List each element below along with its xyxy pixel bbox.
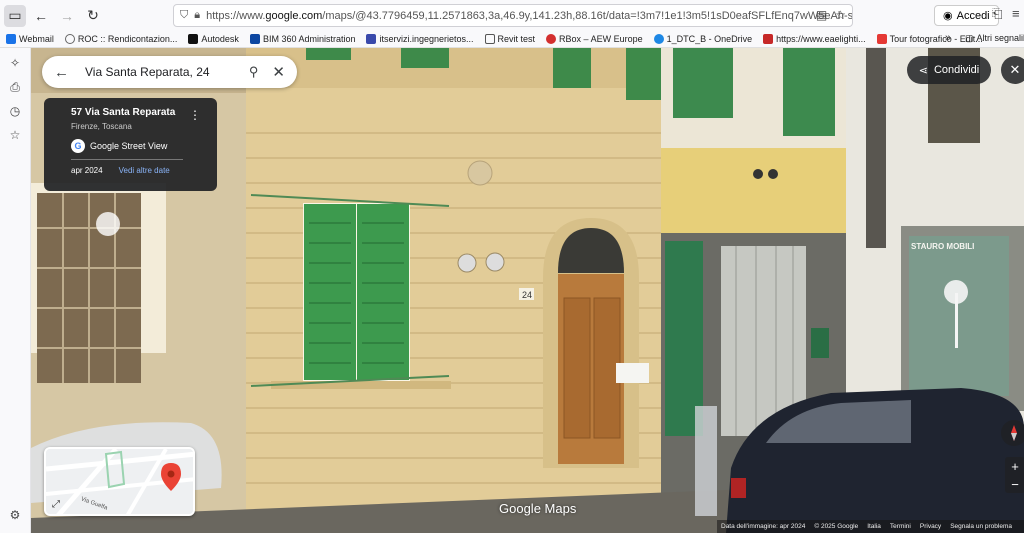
bookmark-item[interactable]: RBox – AEW Europe	[546, 34, 643, 44]
search-icon[interactable]: ⚲	[249, 64, 259, 80]
mini-map[interactable]: Via Guelfa ⤢	[44, 447, 195, 516]
copyright: © 2025 Google	[814, 523, 859, 530]
bookmark-item[interactable]: BIM 360 Administration	[249, 34, 355, 44]
terms-link[interactable]: Termini	[890, 523, 911, 530]
street-view-panorama[interactable]: 24 STAURO MOBILI ← Via Santa Reparata, 2…	[31, 48, 1024, 533]
google-maps-watermark: Google Maps	[499, 501, 577, 516]
house-number: 24	[522, 290, 532, 300]
bim360-icon	[249, 34, 260, 44]
bookmark-favicon-icon	[6, 34, 16, 44]
privacy-link[interactable]: Privacy	[920, 523, 941, 530]
browser-sidebar: ✧ ⎙ ◷ ☆ ⚙	[0, 48, 31, 533]
back-arrow-icon[interactable]: ←	[30, 5, 52, 27]
close-icon[interactable]: ✕	[272, 63, 285, 81]
eaelighting-icon	[763, 34, 774, 44]
settings-gear-icon[interactable]: ⚙	[7, 508, 23, 524]
forward-arrow-icon[interactable]: →	[56, 5, 78, 27]
bookmarks-bar: Webmail ROC :: Rendicontazion... Autodes…	[0, 31, 1024, 48]
shop-sign: STAURO MOBILI	[911, 242, 974, 251]
bookmarks-star-icon[interactable]: ☆	[7, 128, 23, 144]
place-info-card: 57 Via Santa Reparata Firenze, Toscana G…	[44, 98, 217, 191]
sign-in-button[interactable]: ◉ Accedi	[934, 5, 999, 26]
url-text: https://www.google.com/maps/@43.7796459,…	[206, 9, 853, 22]
see-more-dates-link[interactable]: Vedi altre date	[119, 166, 170, 175]
shield-icon[interactable]: ⛉	[180, 9, 188, 22]
divider	[71, 159, 183, 160]
compass-icon[interactable]	[1001, 420, 1024, 446]
itservizi-icon	[366, 34, 377, 44]
bookmarks-overflow-icon[interactable]: »	[945, 32, 951, 44]
place-subtitle: Firenze, Toscana	[71, 122, 132, 131]
tour-icon	[876, 34, 887, 44]
zoom-in-icon[interactable]: +	[1011, 459, 1019, 474]
close-street-view-button[interactable]: ✕	[1001, 56, 1024, 84]
share-button[interactable]: ⋖ Condividi	[907, 56, 991, 84]
other-bookmarks[interactable]: ▢Altri segnalibri	[965, 33, 1024, 44]
sidebar-toggle-icon[interactable]: ▭	[4, 4, 26, 27]
ai-sparkle-icon[interactable]: ✧	[7, 56, 23, 72]
share-icon: ⋖	[918, 64, 928, 77]
synced-tabs-icon[interactable]: ⎙	[7, 80, 23, 96]
mini-map-streets	[46, 449, 193, 514]
expand-icon[interactable]: ⤢	[52, 499, 60, 510]
street-view-source: G Google Street View	[71, 139, 217, 153]
report-problem-link[interactable]: Segnala un problema	[950, 523, 1012, 530]
bookmark-item[interactable]: Autodesk	[188, 34, 239, 44]
extensions-icon[interactable]: ⎗	[992, 6, 1002, 22]
lock-icon[interactable]: 🔒︎	[194, 9, 200, 22]
google-g-icon: G	[71, 139, 85, 153]
capture-date: apr 2024	[71, 166, 103, 175]
bookmark-item[interactable]: Webmail	[6, 34, 54, 44]
rbox-icon	[546, 34, 557, 44]
bookmark-item[interactable]: ROC :: Rendicontazion...	[64, 34, 177, 44]
account-icon: ◉	[943, 10, 953, 22]
more-options-icon[interactable]: ⋮	[189, 108, 201, 122]
zoom-out-icon[interactable]: −	[1011, 477, 1019, 492]
folder-icon	[484, 34, 495, 44]
zoom-control: + −	[1005, 457, 1024, 493]
onedrive-icon	[653, 34, 664, 44]
bookmark-star-icon[interactable]: ☆	[835, 8, 846, 22]
search-input[interactable]: Via Santa Reparata, 24	[85, 65, 249, 79]
globe-icon	[64, 34, 75, 44]
back-arrow-icon[interactable]: ←	[54, 64, 69, 81]
menu-icon[interactable]: ≡	[1012, 6, 1020, 21]
folder-icon: ▢	[965, 33, 974, 43]
bookmark-item[interactable]: itservizi.ingegnerietos...	[366, 34, 474, 44]
autodesk-icon	[188, 34, 199, 44]
bookmark-item[interactable]: Revit test	[484, 34, 535, 44]
bookmark-item[interactable]: https://www.eaelighti...	[763, 34, 866, 44]
image-date: Data dell'immagine: apr 2024	[721, 523, 806, 530]
bookmark-item[interactable]: 1_DTC_B - OneDrive	[653, 34, 752, 44]
reload-icon[interactable]: ↻	[82, 5, 104, 27]
reader-mode-icon[interactable]: ▤	[816, 8, 827, 22]
search-box[interactable]: ← Via Santa Reparata, 24 ⚲ ✕	[42, 56, 297, 88]
country-link[interactable]: Italia	[867, 523, 881, 530]
map-footer: Data dell'immagine: apr 2024 © 2025 Goog…	[717, 520, 1024, 533]
history-icon[interactable]: ◷	[7, 104, 23, 120]
address-bar[interactable]: ⛉ 🔒︎ https://www.google.com/maps/@43.779…	[173, 4, 853, 27]
